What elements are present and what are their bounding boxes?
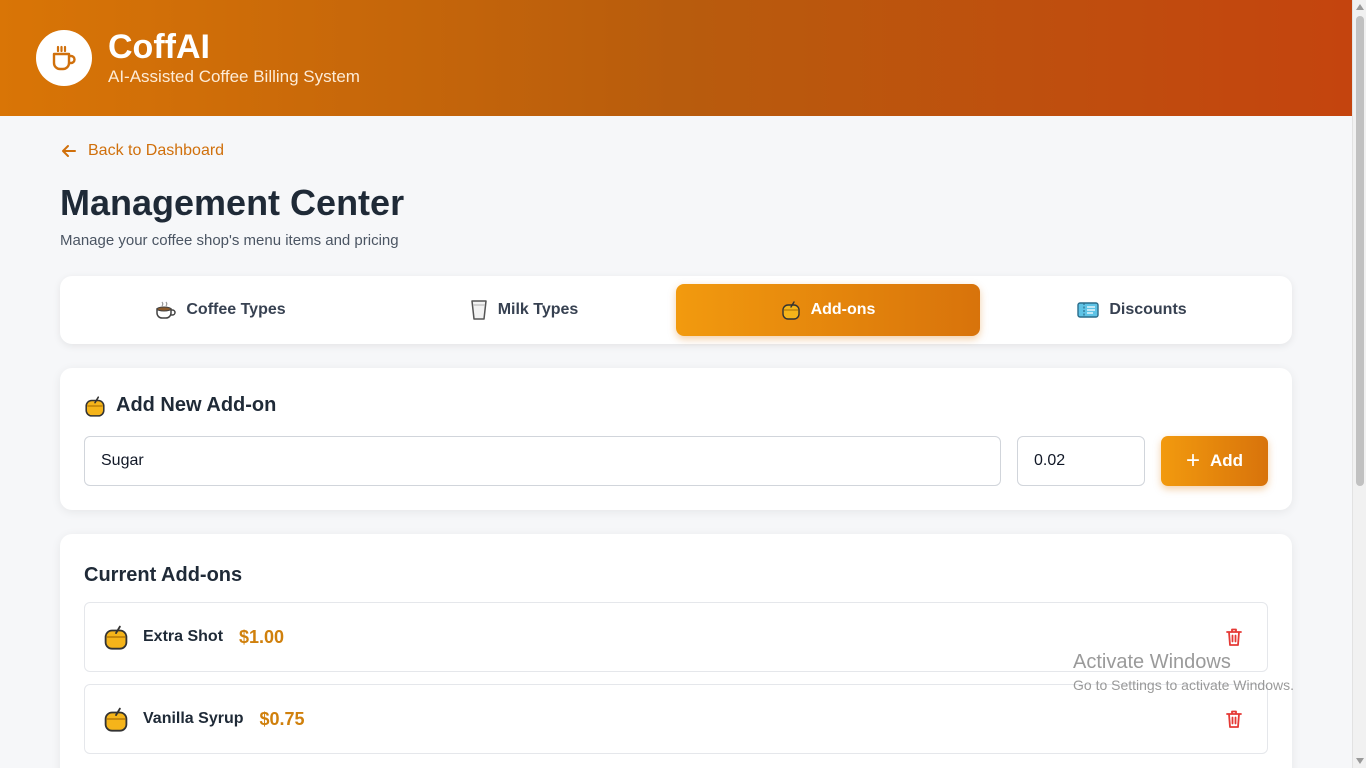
coffee-cup-icon	[52, 45, 76, 71]
logo	[36, 30, 92, 86]
milk-glass-icon	[470, 300, 487, 320]
delete-addon-button[interactable]	[1225, 709, 1243, 734]
arrow-left-icon	[62, 145, 76, 157]
add-addon-heading: Add New Add-on	[84, 394, 276, 417]
app-subtitle: AI-Assisted Coffee Billing System	[108, 67, 360, 86]
trash-icon	[1226, 710, 1242, 728]
scroll-down-arrow[interactable]	[1356, 758, 1364, 764]
tab-add-ons[interactable]: Add-ons	[676, 284, 980, 336]
tab-label: Discounts	[1109, 301, 1187, 318]
watermark-line2: Go to Settings to activate Windows.	[1073, 677, 1294, 693]
page-scrollbar[interactable]	[1352, 0, 1366, 768]
plus-icon: +	[1185, 447, 1200, 474]
addon-name: Vanilla Syrup	[143, 710, 244, 727]
management-tabs: Coffee Types Milk Types Add-ons Discount…	[60, 276, 1292, 344]
tab-label: Add-ons	[810, 301, 876, 318]
coffee-icon	[156, 301, 177, 319]
tab-label: Milk Types	[497, 301, 579, 318]
app-title: CoffAI	[108, 28, 210, 66]
scroll-up-arrow[interactable]	[1356, 4, 1364, 10]
tab-discounts[interactable]: Discounts	[980, 284, 1284, 336]
tab-label: Coffee Types	[186, 301, 286, 318]
addon-name-input[interactable]	[84, 436, 1001, 486]
addon-price: $1.00	[239, 626, 285, 647]
addon-price: $0.75	[259, 708, 305, 729]
honey-pot-icon	[781, 301, 800, 320]
honey-pot-icon	[104, 625, 128, 650]
ticket-icon	[1077, 302, 1100, 318]
delete-addon-button[interactable]	[1225, 627, 1243, 652]
add-button-label: Add	[1209, 451, 1244, 470]
page-subtitle: Manage your coffee shop's menu items and…	[60, 232, 399, 249]
add-addon-card: Add New Add-on + Add	[60, 368, 1292, 510]
current-addons-title: Current Add-ons	[84, 564, 243, 586]
honey-pot-icon	[104, 707, 128, 732]
back-to-dashboard-link[interactable]: Back to Dashboard	[60, 142, 224, 160]
add-addon-title: Add New Add-on	[116, 394, 277, 416]
tab-milk-types[interactable]: Milk Types	[372, 284, 676, 336]
add-addon-button[interactable]: + Add	[1161, 436, 1268, 486]
tab-coffee-types[interactable]: Coffee Types	[68, 284, 372, 336]
addon-name: Extra Shot	[143, 628, 224, 645]
honey-pot-icon	[85, 395, 105, 417]
watermark-line1: Activate Windows	[1073, 651, 1231, 673]
activation-watermark: Activate Windows Go to Settings to activ…	[1073, 650, 1294, 696]
page-title: Management Center	[60, 182, 405, 223]
trash-icon	[1226, 628, 1242, 646]
scroll-thumb[interactable]	[1356, 16, 1364, 486]
addon-price-input[interactable]	[1017, 436, 1145, 486]
back-link-label: Back to Dashboard	[88, 142, 225, 159]
app-header: CoffAI AI-Assisted Coffee Billing System	[0, 0, 1352, 116]
